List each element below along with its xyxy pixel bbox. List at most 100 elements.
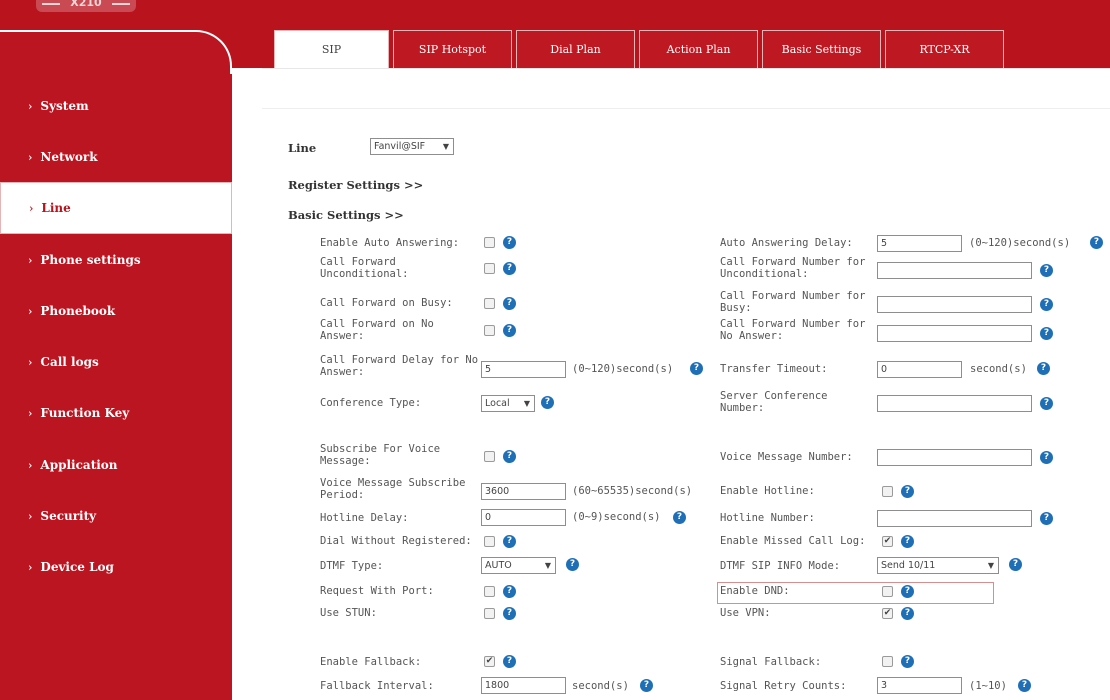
enable-dnd-checkbox[interactable]: [882, 586, 893, 597]
sidebar-item-call-logs[interactable]: › Call logs: [0, 336, 232, 388]
fallback-interval-input[interactable]: 1800: [481, 677, 566, 694]
enable-fallback-checkbox[interactable]: ✔: [484, 656, 495, 667]
tab-sip[interactable]: SIP: [274, 30, 389, 68]
help-icon[interactable]: ?: [503, 450, 516, 463]
help-icon[interactable]: ?: [1040, 451, 1053, 464]
dtmf-type-select[interactable]: AUTO ▼: [481, 557, 556, 574]
conference-type-value: Local: [485, 398, 510, 409]
sidebar-item-network[interactable]: › Network: [0, 131, 232, 183]
label-line: Call Forward: [320, 256, 396, 268]
tab-sip-hotspot[interactable]: SIP Hotspot: [393, 30, 512, 68]
sidebar-item-device-log[interactable]: › Device Log: [0, 541, 232, 593]
help-icon[interactable]: ?: [901, 535, 914, 548]
help-icon[interactable]: ?: [503, 585, 516, 598]
conference-type-select[interactable]: Local ▼: [481, 395, 535, 412]
missed-call-log-label: Enable Missed Call Log:: [720, 535, 866, 547]
basic-settings-link[interactable]: Basic Settings >>: [288, 208, 404, 222]
help-icon[interactable]: ?: [1040, 298, 1053, 311]
dial-without-reg-label: Dial Without Registered:: [320, 535, 472, 547]
hotline-number-input[interactable]: [877, 510, 1032, 527]
dtmf-type-label: DTMF Type:: [320, 560, 384, 572]
sidebar-item-line[interactable]: › Line: [0, 182, 232, 234]
tab-basic-settings[interactable]: Basic Settings: [762, 30, 881, 68]
cf-busy-checkbox[interactable]: [484, 298, 495, 309]
cf-noans-number-input[interactable]: [877, 325, 1032, 342]
help-icon[interactable]: ?: [503, 297, 516, 310]
dropdown-arrow-icon: ▼: [544, 561, 551, 570]
tab-dial-plan[interactable]: Dial Plan: [516, 30, 635, 68]
line-select-value: Fanvil@SIF: [374, 141, 426, 152]
server-conference-input[interactable]: [877, 395, 1032, 412]
transfer-timeout-label: Transfer Timeout:: [720, 363, 828, 375]
label-line: Message:: [320, 455, 371, 467]
label-line: Call Forward Number for: [720, 318, 866, 330]
help-icon[interactable]: ?: [901, 485, 914, 498]
help-icon[interactable]: ?: [1040, 512, 1053, 525]
line-select[interactable]: Fanvil@SIF ▼: [370, 138, 454, 155]
help-icon[interactable]: ?: [1018, 679, 1031, 692]
use-stun-label: Use STUN:: [320, 607, 377, 619]
label-line: Subscribe For Voice: [320, 443, 441, 455]
cf-busy-number-input[interactable]: [877, 296, 1032, 313]
vm-number-input[interactable]: [877, 449, 1032, 466]
help-icon[interactable]: ?: [673, 511, 686, 524]
use-stun-checkbox[interactable]: [484, 608, 495, 619]
register-settings-link[interactable]: Register Settings >>: [288, 178, 423, 192]
help-icon[interactable]: ?: [1037, 362, 1050, 375]
label-line: Number:: [720, 402, 765, 414]
help-icon[interactable]: ?: [1040, 264, 1053, 277]
transfer-timeout-input[interactable]: 0: [877, 361, 962, 378]
help-icon[interactable]: ?: [901, 655, 914, 668]
tab-rtcp-xr[interactable]: RTCP-XR: [885, 30, 1004, 68]
enable-hotline-checkbox[interactable]: [882, 486, 893, 497]
help-icon[interactable]: ?: [640, 679, 653, 692]
chevron-right-icon: ›: [28, 560, 33, 574]
sidebar-item-phone-settings[interactable]: › Phone settings: [0, 234, 232, 286]
help-icon[interactable]: ?: [1040, 327, 1053, 340]
help-icon[interactable]: ?: [1040, 397, 1053, 410]
help-icon[interactable]: ?: [690, 362, 703, 375]
help-icon[interactable]: ?: [503, 535, 516, 548]
chevron-right-icon: ›: [29, 201, 34, 215]
subscribe-vm-checkbox[interactable]: [484, 451, 495, 462]
sidebar-item-system[interactable]: › System: [0, 80, 232, 132]
missed-call-log-checkbox[interactable]: ✔: [882, 536, 893, 547]
help-icon[interactable]: ?: [503, 324, 516, 337]
sidebar-item-function-key[interactable]: › Function Key: [0, 387, 232, 439]
chevron-right-icon: ›: [28, 304, 33, 318]
help-icon[interactable]: ?: [1009, 558, 1022, 571]
help-icon[interactable]: ?: [541, 396, 554, 409]
help-icon[interactable]: ?: [503, 607, 516, 620]
help-icon[interactable]: ?: [566, 558, 579, 571]
dtmf-sip-info-select[interactable]: Send 10/11 ▼: [877, 557, 999, 574]
signal-fallback-checkbox[interactable]: [882, 656, 893, 667]
fallback-interval-unit: second(s): [572, 680, 629, 692]
hotline-delay-input[interactable]: 0: [481, 509, 566, 526]
device-logo: X210: [36, 0, 136, 12]
help-icon[interactable]: ?: [503, 262, 516, 275]
help-icon[interactable]: ?: [503, 655, 516, 668]
dial-without-reg-checkbox[interactable]: [484, 536, 495, 547]
signal-retry-input[interactable]: 3: [877, 677, 962, 694]
tab-action-plan[interactable]: Action Plan: [639, 30, 758, 68]
cf-uncond-number-input[interactable]: [877, 262, 1032, 279]
sidebar-item-label: Device Log: [40, 560, 114, 574]
help-icon[interactable]: ?: [901, 585, 914, 598]
request-with-port-checkbox[interactable]: [484, 586, 495, 597]
chevron-right-icon: ›: [28, 406, 33, 420]
cf-delay-input[interactable]: 5: [481, 361, 566, 378]
sidebar-item-application[interactable]: › Application: [0, 439, 232, 491]
use-vpn-checkbox[interactable]: ✔: [882, 608, 893, 619]
vm-period-input[interactable]: 3600: [481, 483, 566, 500]
help-icon[interactable]: ?: [1090, 236, 1103, 249]
signal-retry-label: Signal Retry Counts:: [720, 680, 847, 692]
cf-uncond-checkbox[interactable]: [484, 263, 495, 274]
sidebar-item-phonebook[interactable]: › Phonebook: [0, 285, 232, 337]
cf-noans-checkbox[interactable]: [484, 325, 495, 336]
sidebar-item-security[interactable]: › Security: [0, 490, 232, 542]
help-icon[interactable]: ?: [901, 607, 914, 620]
help-icon[interactable]: ?: [503, 236, 516, 249]
auto-answer-delay-input[interactable]: 5: [877, 235, 962, 252]
use-vpn-label: Use VPN:: [720, 607, 771, 619]
auto-answer-checkbox[interactable]: [484, 237, 495, 248]
